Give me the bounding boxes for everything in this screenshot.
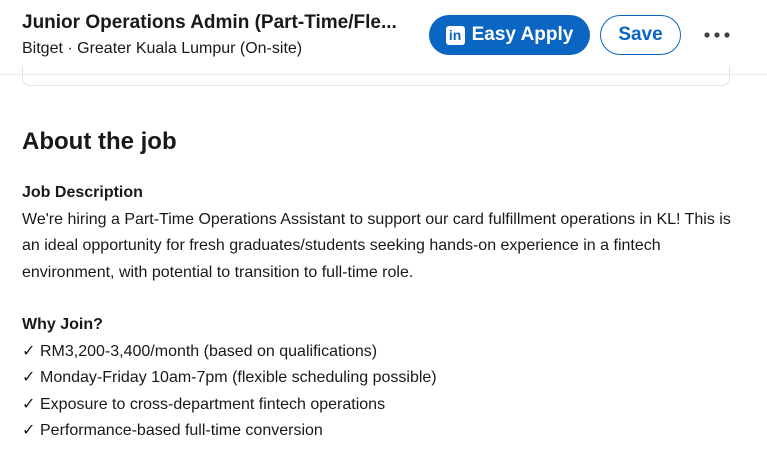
more-horizontal-icon (704, 32, 730, 38)
benefit-text: Monday-Friday 10am-7pm (flexible schedul… (40, 369, 437, 386)
job-description-heading: Job Description (22, 184, 143, 201)
save-label: Save (618, 24, 663, 45)
benefit-item: ✓ RM3,200-3,400/month (based on qualifica… (22, 339, 742, 366)
save-button[interactable]: Save (600, 15, 681, 55)
linkedin-icon: in (445, 25, 465, 45)
company-location: Bitget · Greater Kuala Lumpur (On-site) (22, 40, 303, 57)
job-details-page: Junior Operations Admin (Part-Time/Fle..… (0, 0, 767, 456)
about-the-job-heading: About the job (22, 128, 177, 155)
job-sticky-header: Junior Operations Admin (Part-Time/Fle..… (0, 0, 767, 75)
benefit-text: Performance-based full-time conversion (40, 422, 323, 439)
job-description-body: Job Description We're hiring a Part-Time… (22, 180, 742, 445)
check-icon: ✓ (22, 422, 36, 439)
benefit-item: ✓ Performance-based full-time conversion (22, 418, 742, 445)
why-join-heading: Why Join? (22, 316, 103, 333)
benefit-text: Exposure to cross-department fintech ope… (40, 395, 386, 413)
job-title[interactable]: Junior Operations Admin (Part-Time/Fle..… (22, 12, 407, 34)
benefit-item: ✓ Monday-Friday 10am-7pm (flexible schedu… (22, 365, 742, 392)
check-icon: ✓ (22, 395, 36, 413)
check-icon: ✓ (22, 369, 36, 386)
check-icon: ✓ (22, 342, 36, 360)
job-description-text: We're hiring a Part-Time Operations Assi… (22, 210, 731, 281)
top-card-edge (22, 66, 730, 86)
easy-apply-label: Easy Apply (471, 24, 574, 45)
benefit-text: RM3,200-3,400/month (based on qualificat… (40, 342, 378, 360)
benefit-item: ✓ Exposure to cross-department fintech op… (22, 392, 742, 419)
more-options-button[interactable] (697, 20, 737, 50)
easy-apply-button[interactable]: in Easy Apply (429, 15, 590, 55)
